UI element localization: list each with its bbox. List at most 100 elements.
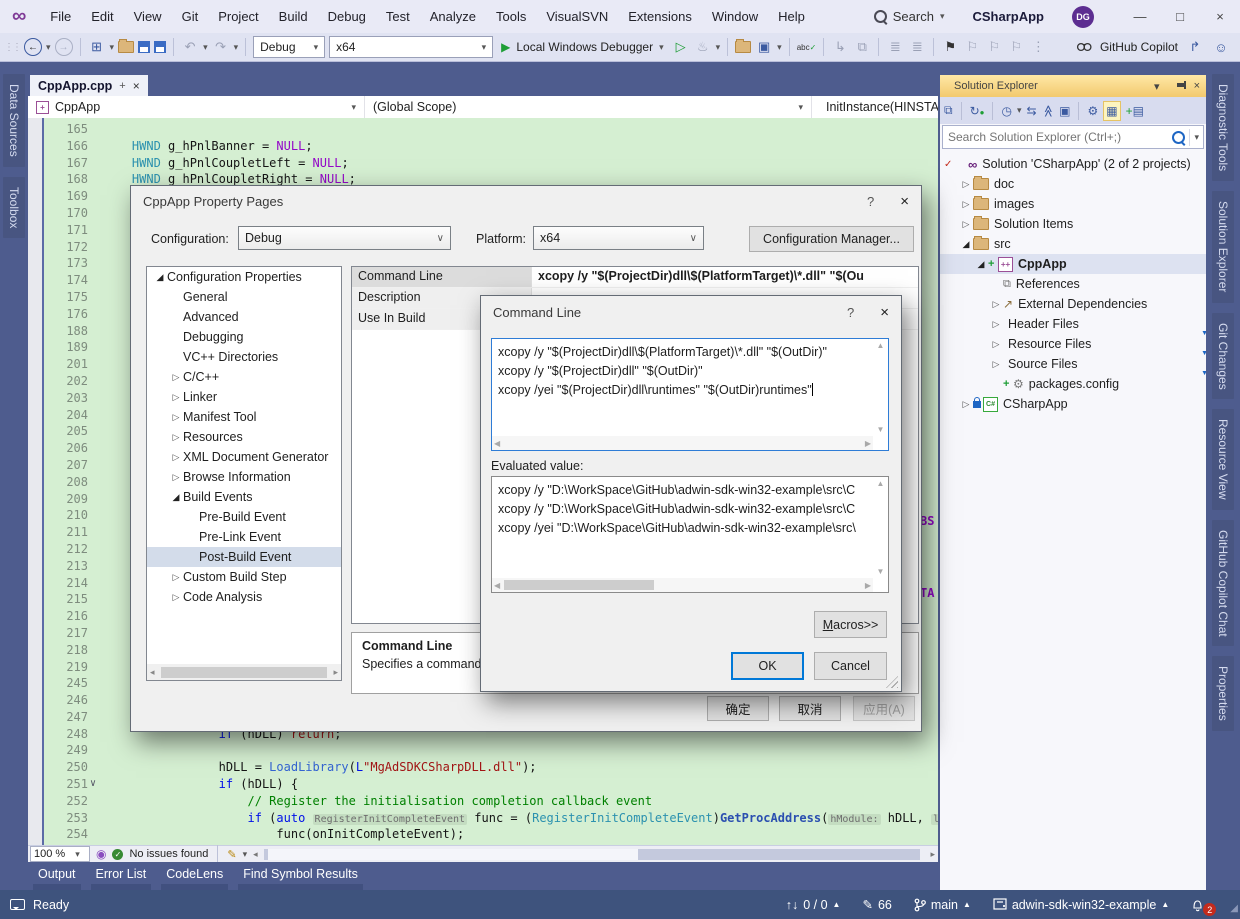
toolbar-drag-handle[interactable]: ⋮⋮ [4, 42, 20, 53]
solution-tree-item-solution-items[interactable]: ▷Solution Items [940, 214, 1206, 234]
properties-wrench-icon[interactable]: ⚙ [1087, 104, 1098, 118]
code-cleanup-icon[interactable]: ✎ [227, 848, 236, 861]
chevron-down-icon[interactable]: ▾ [243, 849, 248, 860]
scrollbar-thumb[interactable] [161, 667, 328, 678]
expander-icon[interactable]: ◢ [153, 272, 167, 283]
scroll-right-icon[interactable]: ▸ [930, 849, 935, 860]
menu-item-window[interactable]: Window [702, 0, 768, 33]
tool-tab-github-copilot-chat[interactable]: GitHub Copilot Chat [1212, 520, 1234, 647]
solution-explorer-header[interactable]: Solution Explorer ▾ × [940, 75, 1206, 97]
property-tree-item[interactable]: VC++ Directories [147, 347, 341, 367]
apply-button[interactable]: 应用(A) [853, 696, 915, 721]
property-value[interactable]: xcopy /y "$(ProjectDir)dll\$(PlatformTar… [532, 267, 918, 287]
solution-tree-item-external-dependencies[interactable]: ▷↗External Dependencies [940, 294, 1206, 314]
horizontal-scrollbar[interactable]: ◀▶ [492, 436, 873, 450]
chevron-down-icon[interactable]: ▾ [716, 42, 721, 53]
redo-icon[interactable]: ↷ [212, 37, 230, 57]
expander-icon[interactable]: ◢ [974, 259, 988, 270]
help-button[interactable]: ? [867, 194, 874, 209]
help-button[interactable]: ? [847, 305, 854, 320]
menu-item-test[interactable]: Test [376, 0, 420, 33]
tool-tab-solution-explorer[interactable]: Solution Explorer [1212, 191, 1234, 302]
close-icon[interactable]: × [1194, 80, 1200, 92]
property-tree-item[interactable]: ▷Custom Build Step [147, 567, 341, 587]
menu-item-git[interactable]: Git [172, 0, 209, 33]
send-feedback-icon[interactable]: ☺ [1212, 37, 1230, 57]
decrease-indent-icon[interactable]: ≣ [886, 37, 904, 57]
git-repository-selector[interactable]: adwin-sdk-win32-example▲ [993, 898, 1169, 912]
expander-icon[interactable]: ▷ [989, 339, 1003, 350]
pin-tab-icon[interactable]: + [119, 80, 125, 92]
tree-horizontal-scrollbar[interactable]: ◂ ▸ [146, 664, 342, 681]
tool-tab-resource-view[interactable]: Resource View [1212, 409, 1234, 509]
property-tree-item[interactable]: ▷XML Document Generator [147, 447, 341, 467]
property-tree-item[interactable]: ▷Code Analysis [147, 587, 341, 607]
chevron-down-icon[interactable]: ▾ [1189, 129, 1203, 146]
tool-tab-diagnostic-tools[interactable]: Diagnostic Tools [1212, 74, 1234, 181]
save-icon[interactable] [138, 41, 150, 53]
chevron-down-icon[interactable]: ▾ [1017, 105, 1022, 116]
expander-icon[interactable]: ▷ [989, 359, 1003, 370]
scroll-left-icon[interactable]: ◂ [253, 849, 258, 860]
ok-button[interactable]: OK [731, 652, 804, 680]
expander-icon[interactable]: ▷ [959, 219, 973, 230]
chevron-down-icon[interactable]: ▾ [777, 42, 782, 53]
show-all-files-icon[interactable]: ▦ [1103, 101, 1120, 121]
menu-item-debug[interactable]: Debug [318, 0, 376, 33]
github-copilot-button[interactable]: GitHub Copilot ↱ ☺ [1076, 37, 1230, 57]
scrollbar-thumb[interactable] [268, 849, 638, 860]
menu-item-edit[interactable]: Edit [81, 0, 123, 33]
menu-item-view[interactable]: View [124, 0, 172, 33]
solution-tree-item-solution-csharpapp-2-of-2-proj[interactable]: ✓∞Solution 'CSharpApp' (2 of 2 projects) [940, 154, 1206, 174]
configuration-dropdown[interactable]: Debug▾ [253, 36, 325, 58]
send-feedback-icon[interactable]: ◉ [96, 847, 106, 861]
expander-icon[interactable]: ▷ [169, 472, 183, 483]
tool-tab-git-changes[interactable]: Git Changes [1212, 313, 1234, 400]
spell-check-icon[interactable]: abc✓ [797, 37, 817, 57]
hot-reload-icon[interactable]: ♨ [694, 37, 712, 57]
horizontal-scrollbar[interactable] [264, 849, 921, 860]
preview-window-icon[interactable]: ▣ [755, 37, 773, 57]
user-avatar[interactable]: DG [1072, 6, 1094, 28]
expander-icon[interactable]: ▷ [169, 432, 183, 443]
macros-button[interactable]: Macros>> [814, 611, 887, 638]
menu-item-extensions[interactable]: Extensions [618, 0, 702, 33]
menu-item-build[interactable]: Build [269, 0, 318, 33]
undo-icon[interactable]: ↶ [181, 37, 199, 57]
health-indicator[interactable]: No issues found [129, 848, 208, 860]
solution-tree-item-source-files[interactable]: ▷Source Files [940, 354, 1206, 374]
cancel-button[interactable]: Cancel [814, 652, 887, 680]
close-button[interactable]: × [900, 193, 909, 210]
close-tab-icon[interactable]: × [133, 79, 140, 93]
expander-icon[interactable]: ▷ [959, 199, 973, 210]
refresh-icon[interactable]: ↻● [970, 104, 985, 118]
start-without-debugging-icon[interactable]: ▷ [672, 37, 690, 57]
save-all-icon[interactable] [154, 41, 166, 53]
navbar-project-dropdown[interactable]: + CppApp ▾ [28, 96, 365, 118]
expander-icon[interactable]: ▷ [169, 412, 183, 423]
property-tree-item[interactable]: Debugging [147, 327, 341, 347]
panel-tab-error-list[interactable]: Error List [86, 862, 157, 890]
start-debugging-button[interactable]: ▶ Local Windows Debugger ▾ [497, 40, 668, 54]
new-project-icon[interactable]: ⊞ [88, 37, 106, 57]
solution-tree-item-resource-files[interactable]: ▷Resource Files [940, 334, 1206, 354]
increase-indent-icon[interactable]: ≣ [908, 37, 926, 57]
expander-icon[interactable]: ▷ [989, 299, 1003, 310]
platform-dropdown[interactable]: x64▾ [329, 36, 493, 58]
property-tree-item[interactable]: General [147, 287, 341, 307]
property-grid-row[interactable]: Command Linexcopy /y "$(ProjectDir)dll\$… [352, 267, 918, 288]
git-branch-selector[interactable]: main▲ [914, 898, 971, 912]
vertical-scrollbar[interactable]: ▲▼ [873, 339, 888, 436]
previous-bookmark-icon[interactable]: ⚐ [963, 37, 981, 57]
search-control[interactable]: Search ▾ [864, 9, 955, 24]
chevron-down-icon[interactable]: ▾ [234, 42, 239, 53]
resize-grip[interactable]: ◢ [1230, 903, 1238, 914]
document-tab[interactable]: CppApp.cpp + × [30, 75, 148, 96]
expander-icon[interactable]: ▷ [959, 399, 973, 410]
navbar-member-dropdown[interactable]: InitInstance(HINSTA [812, 96, 938, 118]
next-bookmark-icon[interactable]: ⚐ [985, 37, 1003, 57]
solution-tree-item-references[interactable]: ⧉References [940, 274, 1206, 294]
zoom-dropdown[interactable]: 100 %▾ [30, 846, 90, 862]
window-position-icon[interactable]: ▾ [1154, 80, 1160, 93]
search-icon[interactable] [1172, 131, 1185, 144]
